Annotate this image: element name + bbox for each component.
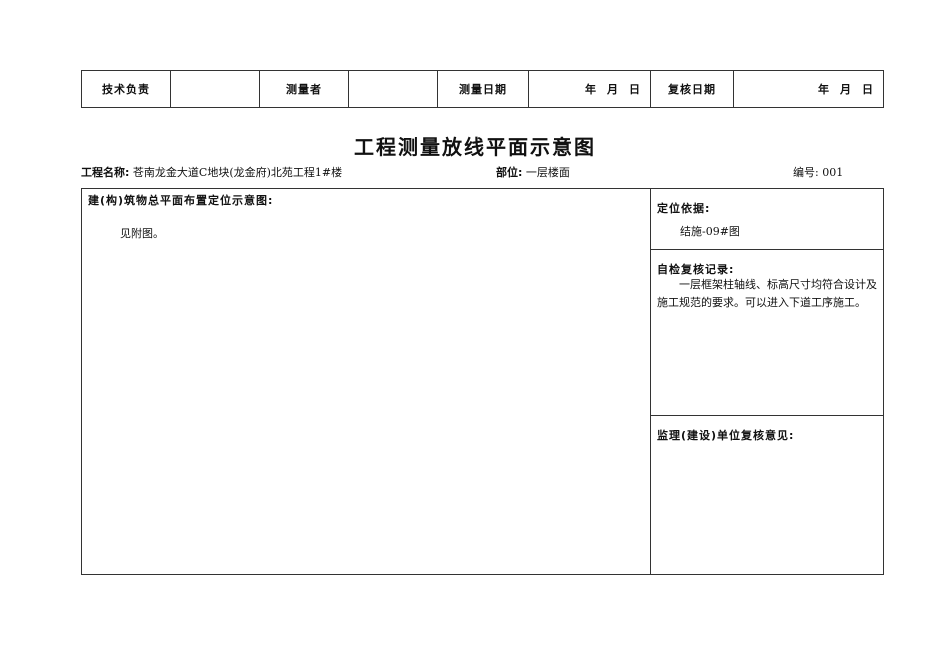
basis-label: 定位依据: (657, 202, 711, 215)
tech-lead-label: 技术负责 (81, 70, 171, 108)
review-date-label: 复核日期 (650, 70, 734, 108)
location: 部位: 一层楼面 (496, 164, 570, 180)
supervision-label: 监理(建设)单位复核意见: (657, 429, 795, 442)
project-name: 工程名称: 苍南龙金大道C地块(龙金府)北苑工程1#楼 (81, 164, 342, 180)
basis-value: 结施-09#图 (680, 225, 740, 238)
project-label: 工程名称: (81, 166, 130, 179)
measure-date-value[interactable]: 年 月 日 (528, 70, 651, 108)
review-date-value[interactable]: 年 月 日 (733, 70, 884, 108)
measurer-label: 测量者 (259, 70, 349, 108)
layout-value: 见附图。 (120, 227, 164, 240)
measurer-value[interactable] (348, 70, 438, 108)
doc-number: 编号: 001 (793, 164, 843, 180)
main-form-box (81, 188, 884, 575)
location-value: 一层楼面 (525, 166, 570, 179)
self-check-value: 一层框架柱轴线、标高尺寸均符合设计及施工规范的要求。可以进入下道工序施工。 (657, 278, 877, 309)
project-value: 苍南龙金大道C地块(龙金府)北苑工程1#楼 (132, 166, 343, 179)
divider (650, 188, 651, 575)
number-label: 编号: (793, 166, 819, 179)
number-value: 001 (822, 166, 844, 179)
location-label: 部位: (496, 166, 523, 179)
self-check-label: 自检复核记录: (657, 263, 735, 276)
divider (650, 415, 884, 416)
tech-lead-value[interactable] (170, 70, 260, 108)
page-title: 工程测量放线平面示意图 (354, 135, 596, 159)
divider (650, 249, 884, 250)
measure-date-label: 测量日期 (437, 70, 529, 108)
layout-label: 建(构)筑物总平面布置定位示意图: (88, 194, 274, 207)
